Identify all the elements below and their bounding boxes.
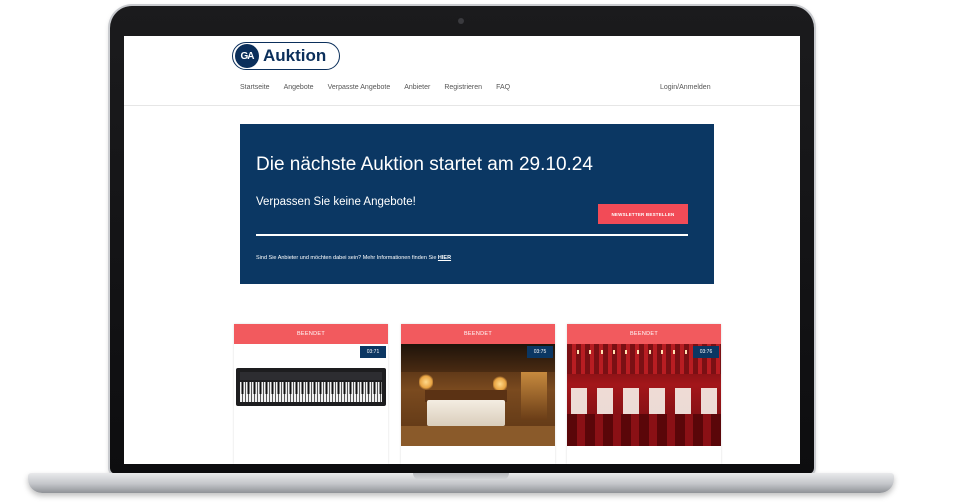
piano-panel	[240, 372, 382, 380]
camera-dot	[458, 18, 464, 24]
card-status: BEENDET	[401, 324, 555, 344]
nav-item-registrieren[interactable]: Registrieren	[444, 84, 482, 91]
hero-subtitle: Verpassen Sie keine Angebote!	[256, 196, 416, 208]
laptop-base	[28, 473, 894, 493]
main-nav: Startseite Angebote Verpasste Angebote A…	[240, 84, 510, 91]
restaurant-chairs	[567, 414, 721, 446]
hero-info-link[interactable]: HIER	[438, 255, 451, 261]
laptop-screen: GA Auktion Startseite Angebote Verpasste…	[124, 36, 800, 464]
nav-item-anbieter[interactable]: Anbieter	[404, 84, 430, 91]
restaurant-lights	[577, 350, 711, 354]
nav-item-angebote[interactable]: Angebote	[284, 84, 314, 91]
room-floor	[401, 426, 555, 446]
card-status: BEENDET	[234, 324, 388, 344]
card-image-restaurant[interactable]: 03:76	[567, 344, 721, 446]
card-image-hotel-room[interactable]: 03:75	[401, 344, 555, 446]
card-status: BEENDET	[567, 324, 721, 344]
nav-item-verpasste-angebote[interactable]: Verpasste Angebote	[328, 84, 391, 91]
piano-black-keys	[240, 382, 382, 394]
room-bed	[427, 400, 505, 426]
card-time-badge: 03:71	[360, 346, 386, 358]
auction-card[interactable]: BEENDET 03:71	[234, 324, 388, 464]
laptop-lid: GA Auktion Startseite Angebote Verpasste…	[110, 6, 814, 474]
hero-title: Die nächste Auktion startet am 29.10.24	[256, 154, 593, 175]
logo[interactable]: GA Auktion	[232, 42, 340, 70]
nav-item-faq[interactable]: FAQ	[496, 84, 510, 91]
login-link[interactable]: Login/Anmelden	[660, 84, 711, 91]
site-header: GA Auktion Startseite Angebote Verpasste…	[124, 36, 800, 106]
nav-item-startseite[interactable]: Startseite	[240, 84, 270, 91]
laptop-notch	[413, 473, 509, 480]
room-window	[521, 372, 547, 420]
card-image-keyboard[interactable]: 03:71	[234, 344, 388, 446]
card-time-badge: 03:75	[527, 346, 553, 358]
hero-info: Sind Sie Anbieter und möchten dabei sein…	[256, 255, 451, 261]
logo-text: Auktion	[263, 46, 327, 65]
newsletter-button[interactable]: NEWSLETTER BESTELLEN	[598, 204, 688, 224]
hero-info-text: Sind Sie Anbieter und möchten dabei sein…	[256, 255, 438, 261]
room-lamp	[419, 374, 433, 390]
auction-card[interactable]: BEENDET 03:75	[401, 324, 555, 464]
card-time-badge: 03:76	[693, 346, 719, 358]
hero-banner: Die nächste Auktion startet am 29.10.24 …	[240, 124, 714, 284]
auction-card[interactable]: BEENDET 03:76	[567, 324, 721, 464]
logo-mark-icon: GA	[235, 44, 259, 68]
hero-divider	[256, 234, 688, 236]
